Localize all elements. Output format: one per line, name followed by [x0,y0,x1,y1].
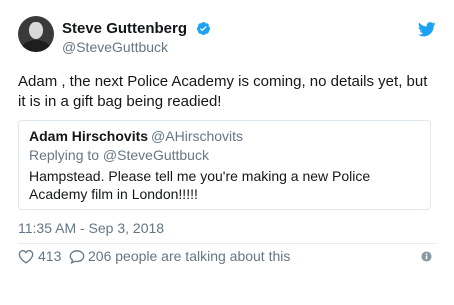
quoted-tweet[interactable]: Adam Hirschovits @AHirschovits Replying t… [18,120,431,210]
speech-bubble-icon[interactable] [69,249,85,264]
author-display-name[interactable]: Steve Guttenberg [62,20,187,37]
tweet-actions: 413 206 people are talking about this [18,247,436,269]
quoted-reply-context: Replying to @SteveGuttbuck [29,147,209,163]
heart-icon[interactable] [18,249,34,264]
tweet-text: Adam , the next Police Academy is coming… [18,73,428,110]
like-count[interactable]: 413 [38,247,61,265]
talking-about-link[interactable]: 206 people are talking about this [88,247,290,265]
quoted-handle: @AHirschovits [151,128,244,144]
author-handle[interactable]: @SteveGuttbuck [62,39,168,55]
info-icon[interactable] [421,251,432,262]
author-avatar[interactable] [18,16,54,52]
avatar-body [22,40,50,52]
avatar-face [29,22,43,39]
author-name-row: Steve Guttenberg [62,20,211,38]
tweet-timestamp[interactable]: 11:35 AM - Sep 3, 2018 [18,220,164,236]
verified-badge-icon [197,22,211,36]
twitter-bird-icon[interactable] [418,22,436,37]
quoted-display-name: Adam Hirschovits [29,128,149,144]
divider [18,243,436,244]
embedded-tweet-card: Steve Guttenberg @SteveGuttbuck Adam , t… [0,0,454,305]
tweet-header: Steve Guttenberg @SteveGuttbuck [18,16,438,60]
quoted-author-row: Adam Hirschovits @AHirschovits [29,128,243,144]
quoted-tweet-text: Hampstead. Please tell me you're making … [29,168,371,202]
